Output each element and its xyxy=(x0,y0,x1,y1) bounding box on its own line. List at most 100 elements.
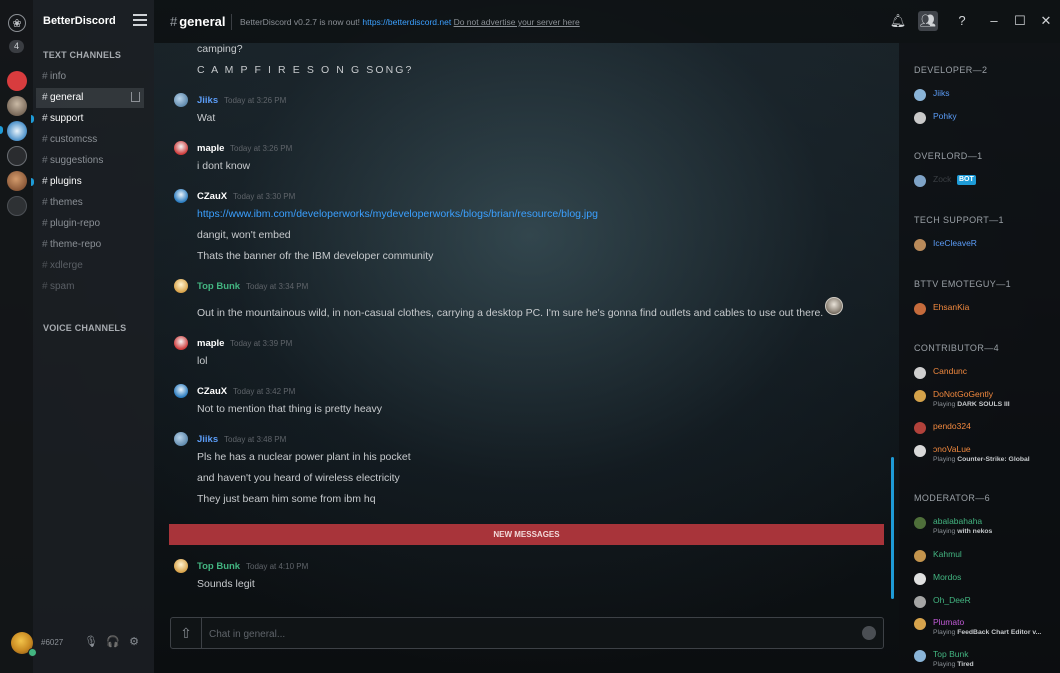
message-link[interactable]: https://www.ibm.com/developerworks/mydev… xyxy=(197,208,598,220)
unread-indicator xyxy=(31,115,34,123)
member-item[interactable]: EhsanKia xyxy=(899,302,1060,316)
message-text: camping? xyxy=(197,43,243,55)
message-text: They just beam him some from ibm hq xyxy=(197,493,376,505)
message-author[interactable]: Top Bunk xyxy=(197,561,240,572)
channel-item[interactable]: # xdlerge xyxy=(33,256,144,276)
members-icon[interactable]: 👥︎ xyxy=(918,11,938,31)
new-messages-divider[interactable]: NEW MESSAGES xyxy=(169,524,884,545)
message-text: C A M P F I R E S O N G SONG? xyxy=(197,64,414,76)
server-icon-blue-chat[interactable] xyxy=(7,146,27,166)
member-name: abalabahaha xyxy=(933,516,983,526)
close-icon[interactable]: ✕ xyxy=(1036,11,1056,31)
hash-icon: # xyxy=(42,281,48,292)
message-author[interactable]: Jiiks xyxy=(197,434,218,445)
avatar xyxy=(914,650,926,662)
member-item[interactable]: Zock BOT xyxy=(899,174,1060,188)
avatar[interactable] xyxy=(174,93,188,107)
avatar[interactable] xyxy=(174,336,188,350)
hash-icon: # xyxy=(42,239,48,250)
member-name: Kahmul xyxy=(933,549,962,559)
help-icon[interactable]: ? xyxy=(952,11,972,31)
channel-item[interactable]: # info xyxy=(33,67,144,87)
home-icon[interactable]: ❀ xyxy=(8,14,26,32)
member-item[interactable]: Oh_DeeR xyxy=(899,595,1060,609)
channel-item[interactable]: # plugins xyxy=(31,172,144,192)
online-status-dot xyxy=(28,648,37,657)
member-name: Pohky xyxy=(933,111,957,121)
channel-item[interactable]: # theme-repo xyxy=(33,235,144,255)
server-icon-portrait[interactable] xyxy=(7,96,27,116)
member-item[interactable]: Candunc xyxy=(899,366,1060,380)
text-channels-header[interactable]: TEXT CHANNELS xyxy=(43,50,121,60)
avatar xyxy=(914,573,926,585)
member-item[interactable]: Mordos xyxy=(899,572,1060,586)
member-name: Top Bunk xyxy=(933,649,969,659)
message-input[interactable] xyxy=(207,624,841,644)
avatar xyxy=(914,239,926,251)
channel-name: themes xyxy=(50,197,83,208)
channel-item[interactable]: # general xyxy=(36,88,144,108)
channel-name: plugin-repo xyxy=(50,218,101,229)
message-author[interactable]: maple xyxy=(197,338,224,349)
gear-icon[interactable]: ⚙ xyxy=(128,636,140,648)
member-name: EhsanKia xyxy=(933,302,970,312)
role-header: CONTRIBUTOR—4 xyxy=(914,343,1000,353)
scrollbar-thumb[interactable] xyxy=(891,457,894,599)
member-item[interactable]: Top Bunk Playing Tired xyxy=(899,649,1060,671)
channel-title: # general xyxy=(170,14,226,29)
channel-item[interactable]: # spam xyxy=(33,277,144,297)
server-icon-avatar[interactable] xyxy=(7,171,27,191)
server-icon-bird[interactable] xyxy=(7,121,27,141)
server-header[interactable]: BetterDiscord xyxy=(43,8,147,36)
avatar xyxy=(914,367,926,379)
server-icon-dark[interactable] xyxy=(7,196,27,216)
message-timestamp: Today at 3:34 PM xyxy=(246,282,309,291)
topic-rule: Do not advertise your server here xyxy=(453,17,580,27)
avatar[interactable] xyxy=(174,279,188,293)
member-item[interactable]: Kahmul xyxy=(899,549,1060,563)
avatar xyxy=(914,618,926,630)
member-item[interactable]: Jiiks xyxy=(899,88,1060,102)
message-author[interactable]: Jiiks xyxy=(197,95,218,106)
message-author[interactable]: Top Bunk xyxy=(197,281,240,292)
avatar xyxy=(914,422,926,434)
avatar xyxy=(914,390,926,402)
message-author[interactable]: maple xyxy=(197,143,224,154)
message-list[interactable]: camping? C A M P F I R E S O N G SONG? Jii… xyxy=(154,43,899,613)
member-item[interactable]: Plumato Playing FeedBack Chart Editor v..… xyxy=(899,617,1060,639)
headphones-icon[interactable]: 🎧 xyxy=(106,636,120,648)
minimize-icon[interactable]: – xyxy=(984,11,1004,31)
channel-item[interactable]: # plugin-repo xyxy=(33,214,144,234)
member-item[interactable]: ↄnoVaLue Playing Counter-Strike: Global xyxy=(899,444,1060,466)
maximize-icon[interactable]: ☐ xyxy=(1010,11,1030,31)
topic-link[interactable]: https://betterdiscord.net xyxy=(362,17,451,27)
member-item[interactable]: abalabahaha Playing with nekos xyxy=(899,516,1060,538)
channel-item[interactable]: # suggestions xyxy=(33,151,144,171)
upload-icon[interactable]: ⇧ xyxy=(171,618,202,648)
message-author[interactable]: CZauX xyxy=(197,191,227,202)
member-item[interactable]: Pohky xyxy=(899,111,1060,125)
message-author[interactable]: CZauX xyxy=(197,386,227,397)
member-list: DEVELOPER—2 Jiiks Pohky OVERLORD—1 Zock BOT TE… xyxy=(899,43,1060,673)
avatar[interactable] xyxy=(174,384,188,398)
voice-channels-header[interactable]: VOICE CHANNELS xyxy=(43,323,126,333)
channel-settings-icon[interactable] xyxy=(131,92,140,102)
avatar[interactable] xyxy=(174,189,188,203)
server-icon-discord[interactable] xyxy=(7,71,27,91)
member-item[interactable]: DoNotGoGently Playing DARK SOULS III xyxy=(899,389,1060,411)
channel-item[interactable]: # support xyxy=(31,109,144,129)
bell-icon[interactable]: 🔔︎ xyxy=(888,11,908,31)
channel-item[interactable]: # customcss xyxy=(33,130,144,150)
avatar[interactable] xyxy=(174,432,188,446)
hash-icon: # xyxy=(42,134,48,145)
avatar[interactable] xyxy=(174,559,188,573)
hash-icon: # xyxy=(42,92,48,103)
member-name: pendo324 xyxy=(933,421,971,431)
channel-item[interactable]: # themes xyxy=(33,193,144,213)
hamburger-icon[interactable] xyxy=(133,14,147,26)
avatar[interactable] xyxy=(174,141,188,155)
emoji-icon[interactable] xyxy=(862,626,876,640)
microphone-icon[interactable]: 🎙 xyxy=(84,636,98,648)
member-item[interactable]: IceCleaveR xyxy=(899,238,1060,252)
member-item[interactable]: pendo324 xyxy=(899,421,1060,435)
